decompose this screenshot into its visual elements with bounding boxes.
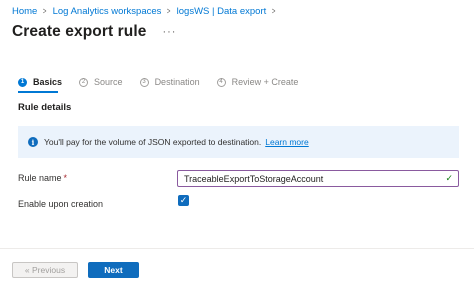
tab-label: Destination [154, 77, 200, 87]
step-number-icon: 4 [216, 77, 226, 87]
wizard-tabs: 1 Basics 2 Source 3 Destination 4 Review… [18, 76, 315, 88]
breadcrumb-separator-icon: > [43, 6, 47, 16]
rule-name-input[interactable]: TraceableExportToStorageAccount ✓ [177, 170, 459, 187]
title-row: Create export rule ··· [12, 22, 176, 42]
breadcrumb-separator-icon: > [272, 6, 276, 16]
required-marker: * [63, 173, 68, 183]
breadcrumb: Home > Log Analytics workspaces > logsWS… [12, 5, 282, 17]
footer-divider [0, 248, 474, 249]
rule-name-label-text: Rule name [18, 173, 62, 183]
checkmark-icon: ✓ [179, 195, 188, 205]
breadcrumb-home[interactable]: Home [12, 6, 37, 17]
section-title: Rule details [18, 102, 72, 113]
step-number-icon: 3 [139, 77, 149, 87]
tab-source[interactable]: 2 Source [79, 77, 123, 87]
tab-label: Basics [33, 77, 63, 87]
breadcrumb-data-export[interactable]: logsWS | Data export [177, 6, 267, 17]
step-number-icon: 2 [79, 77, 89, 87]
breadcrumb-log-analytics-workspaces[interactable]: Log Analytics workspaces [53, 6, 162, 17]
active-tab-indicator [18, 91, 58, 93]
enable-upon-creation-checkbox[interactable]: ✓ [178, 195, 189, 206]
rule-name-value: TraceableExportToStorageAccount [184, 173, 324, 184]
page-title: Create export rule [12, 23, 147, 40]
tab-review-create[interactable]: 4 Review + Create [216, 77, 299, 87]
previous-button[interactable]: « Previous [12, 262, 78, 278]
tab-label: Review + Create [231, 77, 299, 87]
ellipsis-icon[interactable]: ··· [162, 26, 176, 38]
next-button[interactable]: Next [88, 262, 139, 278]
breadcrumb-separator-icon: > [167, 6, 171, 16]
rule-name-label: Rule name * [18, 173, 67, 183]
info-icon: i [28, 137, 38, 147]
enable-upon-creation-label: Enable upon creation [18, 199, 104, 209]
tab-label: Source [94, 77, 123, 87]
info-banner: i You'll pay for the volume of JSON expo… [18, 126, 459, 158]
checkmark-icon: ✓ [445, 173, 453, 183]
tab-destination[interactable]: 3 Destination [139, 77, 200, 87]
step-number-icon: 1 [18, 77, 27, 87]
tab-basics[interactable]: 1 Basics [18, 77, 62, 87]
learn-more-link[interactable]: Learn more [265, 137, 308, 147]
info-text: You'll pay for the volume of JSON export… [44, 137, 262, 147]
